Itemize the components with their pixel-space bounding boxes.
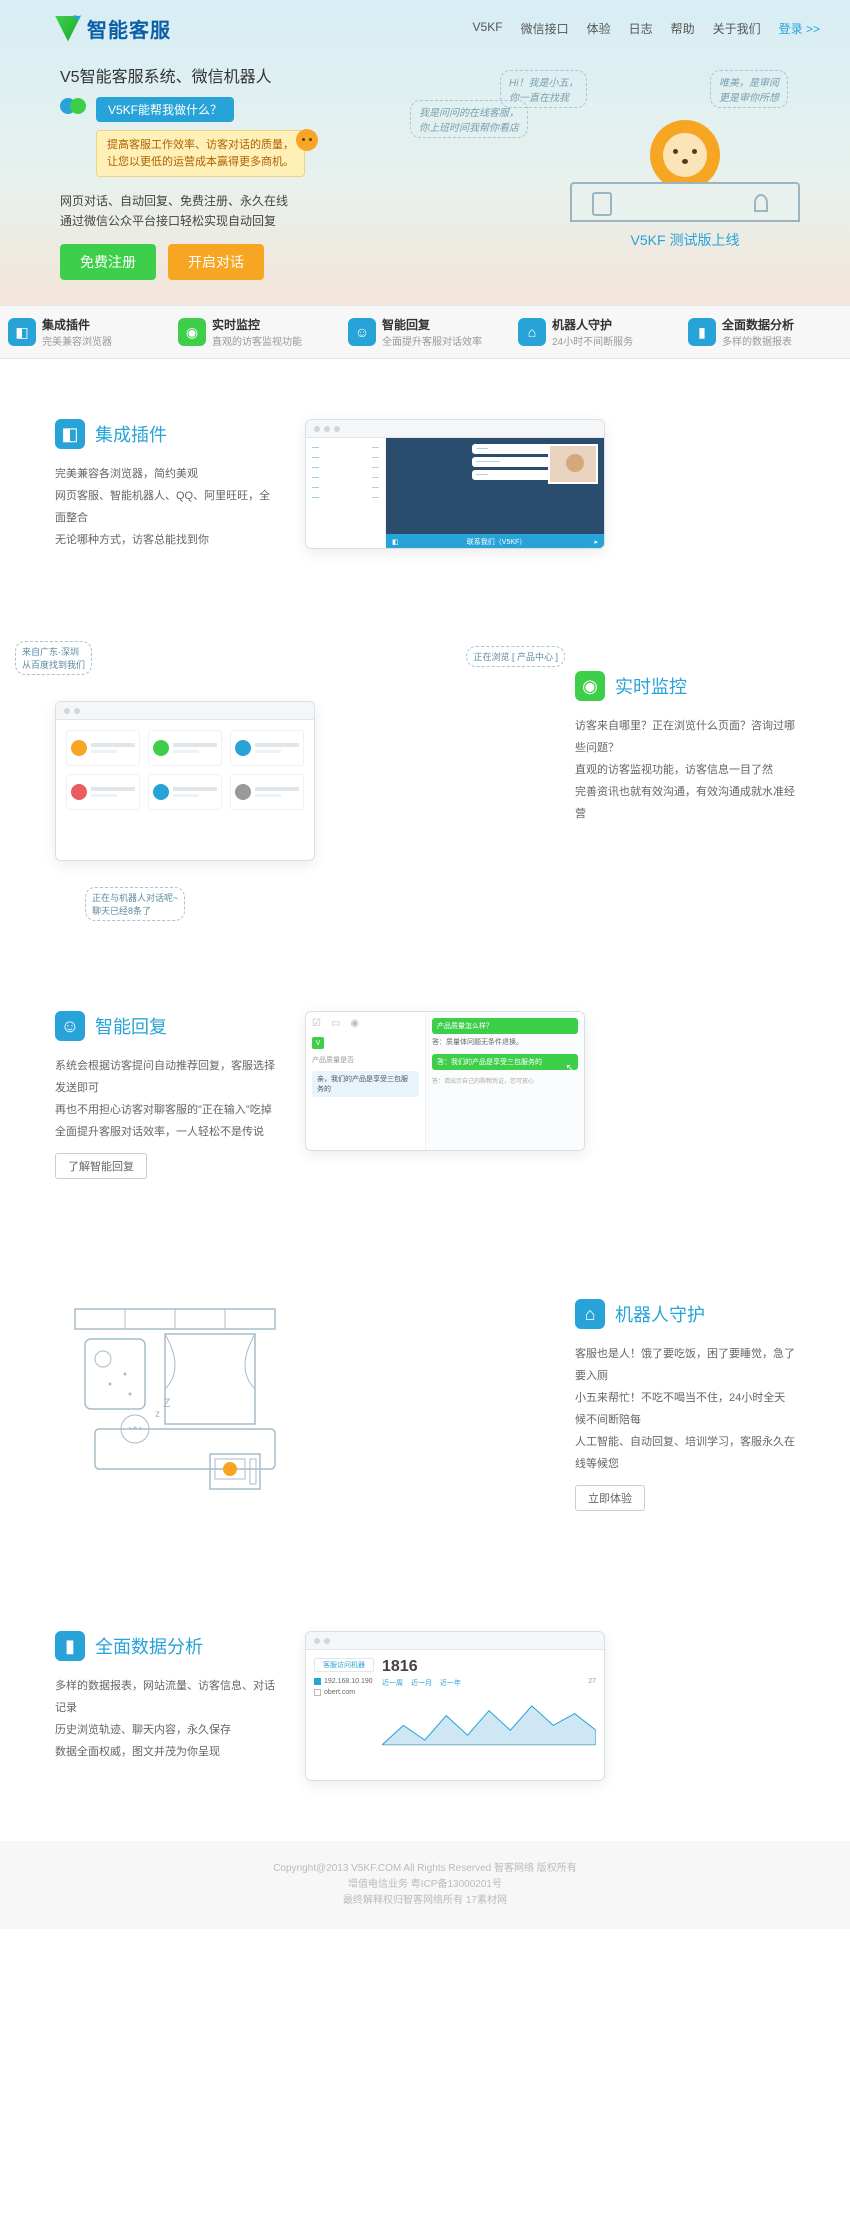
monitor-section-icon: ◉ [575,671,605,701]
monitor-icon: ◉ [178,318,206,346]
reply-icon: ☺ [348,318,376,346]
reply-section-icon: ☺ [55,1011,85,1041]
robot-section-icon: ⌂ [575,1299,605,1329]
section-robot: ⌂ 机器人守护 客服也是人！饿了要吃饭，困了要睡觉，急了要入厕 小五来帮忙！不吃… [0,1239,850,1571]
sec3-body: 系统会根据访客提问自动推荐回复，客服选择发送即可 再也不用担心访客对聊客服的"正… [55,1055,275,1143]
strip-item-robot[interactable]: ⌂ 机器人守护24小时不间断服务 [510,306,680,358]
agent-photo [548,444,598,484]
monitor-mockup [55,701,315,861]
nav-links: V5KF 微信接口 体验 日志 帮助 关于我们 登录 >> [473,20,820,37]
nav-login[interactable]: 登录 >> [779,20,820,37]
area-chart [382,1696,596,1746]
callout-1: 来自广东·深圳 从百度找到我们 [15,641,92,675]
sec1-body: 完美兼容各浏览器，简约美观 网页客服、智能机器人、QQ、阿里旺旺，全面整合 无论… [55,463,275,551]
reply-mockup: ☑▭◉ V 产品质量是否 亲，我们的产品是享受三包服务的 产品质量怎么样？ 答：… [305,1011,585,1151]
footer-line-1: Copyright@2013 V5KF.COM All Rights Reser… [0,1861,850,1877]
svg-text:Z: Z [163,1396,170,1410]
section-analytics: ▮ 全面数据分析 多样的数据报表，网站流量、访客信息、对话记录 历史浏览轨迹、聊… [0,1571,850,1841]
plugin-mockup: —— —— —— —— —— —— —— ———— —— ◧联系我们（V5KF）… [305,419,605,549]
feature-strip: ◧ 集成插件完美兼容浏览器 ◉ 实时监控直观的访客监视功能 ☺ 智能回复全面提升… [0,305,850,359]
sec4-title: ⌂ 机器人守护 [575,1299,795,1329]
learn-reply-button[interactable]: 了解智能回复 [55,1153,147,1179]
strip-item-analytics[interactable]: ▮ 全面数据分析多样的数据报表 [680,306,850,358]
section-reply: ☺ 智能回复 系统会根据访客提问自动推荐回复，客服选择发送即可 再也不用担心访客… [0,951,850,1239]
avatar-pair-icon [60,98,88,122]
nav-item-v5kf[interactable]: V5KF [473,20,503,37]
cursor-icon: ↖ [566,1063,574,1074]
logo-icon [55,16,81,42]
lion-small-icon [296,129,322,155]
sec1-title: ◧ 集成插件 [55,419,275,449]
callout-2: 正在浏览 [ 产品中心 ] [466,646,565,667]
desk-icon [570,182,800,222]
section-plugin: ◧ 集成插件 完美兼容各浏览器，简约美观 网页客服、智能机器人、QQ、阿里旺旺，… [0,359,850,611]
sec4-body: 客服也是人！饿了要吃饭，困了要睡觉，急了要入厕 小五来帮忙！不吃不喝当不住，24… [575,1343,795,1475]
analytics-section-icon: ▮ [55,1631,85,1661]
strip-item-reply[interactable]: ☺ 智能回复全面提升客服对话效率 [340,306,510,358]
analytics-icon: ▮ [688,318,716,346]
strip-item-monitor[interactable]: ◉ 实时监控直观的访客监视功能 [170,306,340,358]
nav-item-about[interactable]: 关于我们 [713,20,761,37]
hand-bubble-3: 唯美，是审阅 更是审你所想 [710,70,788,108]
footer-line-3: 最终解释权归智客网络所有 17素材网 [0,1893,850,1909]
svg-text:z: z [155,1409,160,1420]
footer: Copyright@2013 V5KF.COM All Rights Reser… [0,1841,850,1929]
robot-icon: ⌂ [518,318,546,346]
nav-item-trial[interactable]: 体验 [587,20,611,37]
sec5-title: ▮ 全面数据分析 [55,1631,275,1661]
footer-line-2: 增值电信业务 粤ICP备13000201号 [0,1877,850,1893]
lion-big-icon [650,120,720,190]
sec2-title: ◉ 实时监控 [575,671,795,701]
nav-item-help[interactable]: 帮助 [671,20,695,37]
hand-bubble-2: 我是问问的在线客服， 你上班时间我帮你看店 [410,100,528,138]
start-chat-button[interactable]: 开启对话 [168,244,264,280]
lion-desk-illustration: Hi！我是小五， 你一直在找我 我是问问的在线客服， 你上班时间我帮你看店 唯美… [570,100,800,250]
hero: 智能客服 V5KF 微信接口 体验 日志 帮助 关于我们 登录 >> V5智能客… [0,0,850,305]
nav-item-wechat[interactable]: 微信接口 [521,20,569,37]
top-nav: 智能客服 V5KF 微信接口 体验 日志 帮助 关于我们 登录 >> [0,0,850,43]
callout-3: 正在与机器人对话呢~ 聊天已经8条了 [85,887,185,921]
hero-bubble-yellow: 提高客服工作效率、访客对话的质量， 让您以更低的运营成本赢得更多商机。 [96,130,305,177]
sleeping-illustration: z Z [55,1299,315,1499]
section-monitor: ◉ 实时监控 访客来自哪里？正在浏览什么页面？咨询过哪些问题？ 直观的访客监视功… [0,611,850,951]
sec5-body: 多样的数据报表，网站流量、访客信息、对话记录 历史浏览轨迹、聊天内容，永久保存 … [55,1675,275,1763]
register-button[interactable]: 免费注册 [60,244,156,280]
stat-number: 1816 [382,1658,596,1676]
logo[interactable]: 智能客服 [55,14,171,43]
nav-item-log[interactable]: 日志 [629,20,653,37]
side-toggle: 客服访问机器 [314,1658,374,1672]
hero-bubble-blue: V5KF能帮我做什么？ [96,97,234,122]
analytics-mockup: 客服访问机器 192.168.10.190 obert.com 1816 近一周… [305,1631,605,1781]
plugin-icon: ◧ [8,318,36,346]
plugin-section-icon: ◧ [55,419,85,449]
sec2-body: 访客来自哪里？正在浏览什么页面？咨询过哪些问题？ 直观的访客监视功能，访客信息一… [575,715,795,825]
try-now-button[interactable]: 立即体验 [575,1485,645,1511]
sec3-title: ☺ 智能回复 [55,1011,275,1041]
strip-item-plugin[interactable]: ◧ 集成插件完美兼容浏览器 [0,306,170,358]
beta-text: V5KF 测试版上线 [570,230,800,250]
logo-text: 智能客服 [87,14,171,43]
